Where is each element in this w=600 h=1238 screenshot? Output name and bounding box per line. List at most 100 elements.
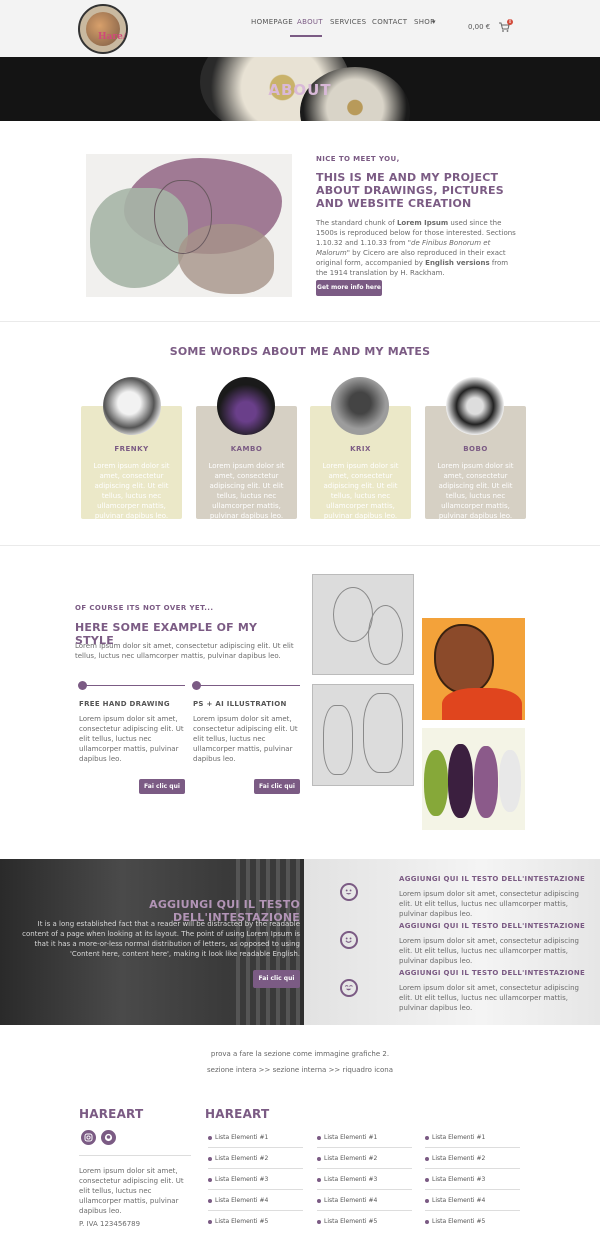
list-bullet-icon bbox=[425, 1136, 429, 1140]
list-bullet-icon bbox=[208, 1157, 212, 1161]
list-separator bbox=[317, 1168, 412, 1169]
cart-total[interactable]: 0,00 € bbox=[468, 23, 490, 31]
feature-text: Lorem ipsum dolor sit amet, consectetur … bbox=[399, 890, 579, 918]
list-bullet-icon bbox=[208, 1220, 212, 1224]
style-kicker: OF COURSE ITS NOT OVER YET... bbox=[75, 604, 214, 612]
section-divider bbox=[0, 321, 600, 322]
nav-services[interactable]: SERVICES bbox=[330, 18, 366, 26]
list-separator bbox=[208, 1189, 303, 1190]
member-name: KRIX bbox=[350, 445, 371, 453]
footer-separator bbox=[79, 1155, 191, 1156]
footer-list-link[interactable]: Lista Elementi #1 bbox=[324, 1134, 377, 1141]
list-separator bbox=[208, 1147, 303, 1148]
intro-kicker: NICE TO MEET YOU, bbox=[316, 155, 400, 163]
feature-text: Lorem ipsum dolor sit amet, consectetur … bbox=[399, 937, 579, 965]
intro-body-text: The standard chunk of bbox=[316, 219, 397, 227]
intro-body-bold: Lorem Ipsum bbox=[396, 219, 449, 227]
list-separator bbox=[208, 1168, 303, 1169]
note-line: sezione intera >> sezione interna >> riq… bbox=[207, 1066, 393, 1074]
footer-list-link[interactable]: Lista Elementi #5 bbox=[215, 1218, 268, 1225]
member-text: Lorem ipsum dolor sit amet, consectetur … bbox=[93, 462, 170, 520]
footer-list-link[interactable]: Lista Elementi #5 bbox=[432, 1218, 485, 1225]
eggplant-green bbox=[424, 750, 448, 816]
cart-count-badge: 0 bbox=[507, 19, 513, 25]
avatar-krix bbox=[331, 377, 389, 435]
list-bullet-icon bbox=[317, 1178, 321, 1182]
footer-list-link[interactable]: Lista Elementi #5 bbox=[324, 1218, 377, 1225]
footer-list-link[interactable]: Lista Elementi #2 bbox=[432, 1155, 485, 1162]
portrait-shirt bbox=[442, 688, 522, 720]
list-bullet-icon bbox=[208, 1199, 212, 1203]
footer-list-link[interactable]: Lista Elementi #3 bbox=[215, 1176, 268, 1183]
list-bullet-icon bbox=[208, 1136, 212, 1140]
footer-links-title: HAREART bbox=[205, 1107, 270, 1121]
footer-list-link[interactable]: Lista Elementi #3 bbox=[324, 1176, 377, 1183]
click-here-button[interactable]: Fai clic qui bbox=[139, 779, 185, 794]
footer-list-link[interactable]: Lista Elementi #4 bbox=[215, 1197, 268, 1204]
footer-text: Lorem ipsum dolor sit amet, consectetur … bbox=[79, 1167, 184, 1215]
style-item-title: PS + AI ILLUSTRATION bbox=[193, 700, 287, 708]
eggplant-white bbox=[499, 750, 521, 812]
smiley-icon bbox=[340, 931, 358, 949]
list-bullet-icon bbox=[208, 1178, 212, 1182]
click-here-button[interactable]: Fai clic qui bbox=[254, 779, 300, 794]
list-bullet-icon bbox=[317, 1220, 321, 1224]
smiley-icon bbox=[340, 883, 358, 901]
list-separator bbox=[425, 1168, 520, 1169]
list-separator bbox=[317, 1147, 412, 1148]
band-click-button[interactable]: Fai clic qui bbox=[253, 970, 300, 988]
footer-list-link[interactable]: Lista Elementi #1 bbox=[432, 1134, 485, 1141]
github-icon[interactable] bbox=[101, 1130, 116, 1145]
footer-list-link[interactable]: Lista Elementi #2 bbox=[324, 1155, 377, 1162]
list-separator bbox=[425, 1210, 520, 1211]
eggplant-dark bbox=[448, 744, 473, 818]
timeline-line bbox=[196, 685, 300, 686]
avatar-kambo bbox=[217, 377, 275, 435]
intro-body-bold: English versions bbox=[425, 259, 490, 267]
style-item-title: FREE HAND DRAWING bbox=[79, 700, 170, 708]
nav-about[interactable]: ABOUT bbox=[297, 18, 323, 26]
logo[interactable]: HareArt bbox=[78, 4, 128, 54]
note-line: prova a fare la sezione come immagine gr… bbox=[210, 1050, 390, 1058]
chevron-down-icon[interactable]: ▾ bbox=[432, 18, 436, 26]
band-body: It is a long established fact that a rea… bbox=[22, 920, 300, 958]
portrait-sketch bbox=[154, 180, 212, 254]
style-item-text: Lorem ipsum dolor sit amet, consectetur … bbox=[79, 715, 184, 763]
team-title: SOME WORDS ABOUT ME AND MY MATES bbox=[169, 345, 431, 358]
member-name: FRENKY bbox=[114, 445, 149, 453]
style-item-text: Lorem ipsum dolor sit amet, consectetur … bbox=[193, 715, 298, 763]
list-bullet-icon bbox=[317, 1199, 321, 1203]
feature-title: AGGIUNGI QUI IL TESTO DELL'INTESTAZIONE bbox=[399, 875, 586, 883]
list-separator bbox=[208, 1210, 303, 1211]
footer-list-link[interactable]: Lista Elementi #3 bbox=[432, 1176, 485, 1183]
hero-title: ABOUT bbox=[268, 81, 332, 99]
feature-title: AGGIUNGI QUI IL TESTO DELL'INTESTAZIONE bbox=[399, 922, 586, 930]
timeline-dot bbox=[192, 681, 201, 690]
gallery-sketchbook[interactable] bbox=[312, 684, 414, 786]
list-separator bbox=[425, 1189, 520, 1190]
intro-body: The standard chunk of Lorem Ipsum used s… bbox=[316, 218, 516, 278]
intro-heading: THIS IS ME AND MY PROJECT ABOUT DRAWINGS… bbox=[316, 171, 504, 210]
instagram-icon[interactable] bbox=[81, 1130, 96, 1145]
timeline-dot bbox=[78, 681, 87, 690]
gallery-portrait-illustration[interactable] bbox=[422, 618, 525, 720]
footer-list-link[interactable]: Lista Elementi #4 bbox=[432, 1197, 485, 1204]
footer-list-link[interactable]: Lista Elementi #4 bbox=[324, 1197, 377, 1204]
nav-contact[interactable]: CONTACT bbox=[372, 18, 407, 26]
timeline-line bbox=[80, 685, 185, 686]
list-separator bbox=[425, 1147, 520, 1148]
list-bullet-icon bbox=[425, 1157, 429, 1161]
list-separator bbox=[317, 1189, 412, 1190]
style-body: Lorem ipsum dolor sit amet, consectetur … bbox=[75, 642, 294, 660]
footer-list-link[interactable]: Lista Elementi #2 bbox=[215, 1155, 268, 1162]
footer-vat: P. IVA 123456789 bbox=[79, 1220, 141, 1228]
get-more-info-button[interactable]: Get more info here bbox=[316, 280, 382, 296]
nav-homepage[interactable]: HOMEPAGE bbox=[251, 18, 293, 26]
gallery-sketch-face[interactable] bbox=[312, 574, 414, 675]
gallery-eggplants[interactable] bbox=[422, 728, 525, 830]
member-text: Lorem ipsum dolor sit amet, consectetur … bbox=[437, 462, 514, 520]
intro-illustration bbox=[86, 154, 292, 297]
member-text: Lorem ipsum dolor sit amet, consectetur … bbox=[322, 462, 399, 520]
footer-list-link[interactable]: Lista Elementi #1 bbox=[215, 1134, 268, 1141]
eggplant-striped bbox=[474, 746, 498, 818]
